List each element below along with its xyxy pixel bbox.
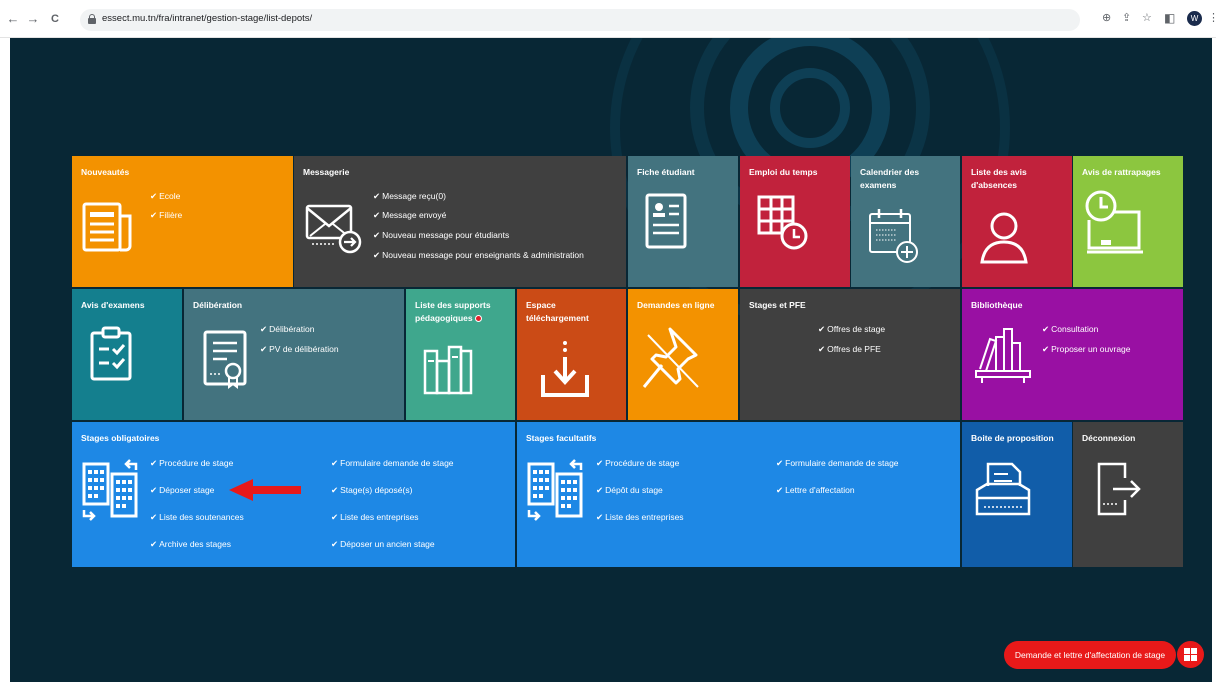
link-offres-stage[interactable]: ✔ Offres de stage <box>818 323 885 335</box>
link-stages-deposes[interactable]: ✔ Stage(s) déposé(s) <box>331 484 412 496</box>
tile-boite-proposition[interactable]: Boite de proposition <box>962 422 1072 567</box>
tile-title: Boite de proposition <box>971 433 1054 443</box>
clock-board-icon <box>1085 190 1143 254</box>
tile-liste-avis-absences[interactable]: Liste des avis d'absences <box>962 156 1072 287</box>
link-nouveau-message-enseignants[interactable]: ✔ Nouveau message pour enseignants & admi… <box>373 249 584 261</box>
bookmark-star-icon[interactable]: ☆ <box>1142 11 1152 25</box>
back-icon[interactable]: ← <box>6 12 20 26</box>
mail-send-icon <box>305 204 362 254</box>
browser-toolbar: ← → C essect.mu.tn/fra/intranet/gestion-… <box>0 0 1216 38</box>
red-arrow-annotation <box>229 479 301 501</box>
tile-bibliotheque[interactable]: Bibliothèque ✔ Consultation ✔ Proposer un … <box>962 289 1183 420</box>
link-archive-stages[interactable]: ✔ Archive des stages <box>150 538 231 550</box>
menu-dots-icon[interactable]: ⋮ <box>1208 11 1216 25</box>
link-liste-entreprises-facultatif[interactable]: ✔ Liste des entreprises <box>596 511 684 523</box>
tile-avis-examens[interactable]: Avis d'examens <box>72 289 182 420</box>
tile-nouveautes[interactable]: Nouveautés ✔ Ecole ✔ Filière <box>72 156 293 287</box>
link-consultation[interactable]: ✔ Consultation <box>1042 323 1098 335</box>
buildings-transfer-icon <box>82 459 138 521</box>
lock-icon <box>88 14 96 24</box>
timetable-icon <box>757 195 808 250</box>
student-card-icon <box>645 193 687 249</box>
logout-icon <box>1097 462 1141 516</box>
tile-fiche-etudiant[interactable]: Fiche étudiant <box>628 156 738 287</box>
tile-title: Liste des supports pédagogiques <box>415 300 491 323</box>
clipboard-checklist-icon <box>90 326 132 381</box>
newspaper-icon <box>82 202 132 252</box>
tile-title: Avis de rattrapages <box>1082 167 1161 177</box>
tile-messagerie[interactable]: Messagerie ✔ Message reçu(0) ✔ Message env… <box>294 156 626 287</box>
link-nouveau-message-etudiants[interactable]: ✔ Nouveau message pour étudiants <box>373 229 509 241</box>
tile-stages-pfe[interactable]: Stages et PFE ✔ Offres de stage ✔ Offres d… <box>740 289 960 420</box>
tile-avis-rattrapages[interactable]: Avis de rattrapages <box>1073 156 1183 287</box>
link-formulaire-demande-stage[interactable]: ✔ Formulaire demande de stage <box>331 457 454 469</box>
link-deposer-ancien-stage[interactable]: ✔ Déposer un ancien stage <box>331 538 435 550</box>
tile-title: Avis d'examens <box>81 300 145 310</box>
link-proposer-ouvrage[interactable]: ✔ Proposer un ouvrage <box>1042 343 1131 355</box>
link-formulaire-demande-stage-facultatif[interactable]: ✔ Formulaire demande de stage <box>776 457 899 469</box>
reload-icon[interactable]: C <box>48 12 62 26</box>
person-icon <box>980 212 1028 264</box>
profile-avatar[interactable]: W <box>1187 11 1202 26</box>
tile-stages-facultatifs[interactable]: Stages facultatifs ✔ Procédure de stage ✔… <box>517 422 960 567</box>
tile-supports-pedagogiques[interactable]: Liste des supports pédagogiques <box>406 289 515 420</box>
tile-title: Nouveautés <box>81 167 130 177</box>
tile-title: Stages obligatoires <box>81 433 160 443</box>
link-procedure-stage[interactable]: ✔ Procédure de stage <box>150 457 233 469</box>
link-deliberation[interactable]: ✔ Délibération <box>260 323 315 335</box>
link-pv-deliberation[interactable]: ✔ PV de délibération <box>260 343 339 355</box>
demande-lettre-affectation-button[interactable]: Demande et lettre d'affectation de stage <box>1004 641 1176 669</box>
notification-dot <box>474 315 482 323</box>
tile-emploi-du-temps[interactable]: Emploi du temps <box>740 156 850 287</box>
buildings-transfer-icon <box>527 459 583 521</box>
tile-title: Demandes en ligne <box>637 300 715 310</box>
link-ecole[interactable]: ✔ Ecole <box>150 190 180 202</box>
link-message-envoye[interactable]: ✔ Message envoyé <box>373 209 446 221</box>
tile-stages-obligatoires[interactable]: Stages obligatoires ✔ Procédure de stage … <box>72 422 515 567</box>
tile-title: Stages et PFE <box>749 300 806 310</box>
tile-title: Stages facultatifs <box>526 433 597 443</box>
tile-demandes-en-ligne[interactable]: Demandes en ligne <box>628 289 738 420</box>
suggestion-box-icon <box>975 462 1031 516</box>
link-lettre-affectation[interactable]: ✔ Lettre d'affectation <box>776 484 855 496</box>
tile-title: Espace téléchargement <box>526 300 589 323</box>
tile-title: Emploi du temps <box>749 167 818 177</box>
link-deposer-stage[interactable]: ✔ Déposer stage <box>150 484 214 496</box>
tile-deliberation[interactable]: Délibération ✔ Délibération ✔ PV de délibé… <box>184 289 404 420</box>
zoom-icon[interactable]: ⊕ <box>1102 11 1111 25</box>
link-liste-soutenances[interactable]: ✔ Liste des soutenances <box>150 511 244 523</box>
bookshelf-icon <box>975 328 1031 383</box>
tile-title: Liste des avis d'absences <box>971 167 1027 190</box>
tile-title: Calendrier des examens <box>860 167 920 190</box>
link-offres-pfe[interactable]: ✔ Offres de PFE <box>818 343 881 355</box>
exam-calendar-icon <box>869 209 918 263</box>
certificate-icon <box>203 330 247 389</box>
tile-title: Messagerie <box>303 167 350 177</box>
download-icon <box>541 341 589 397</box>
tile-deconnexion[interactable]: Déconnexion <box>1073 422 1183 567</box>
tile-espace-telechargement[interactable]: Espace téléchargement <box>517 289 626 420</box>
link-message-recu[interactable]: ✔ Message reçu(0) <box>373 190 446 202</box>
tile-calendrier-examens[interactable]: Calendrier des examens <box>851 156 960 287</box>
link-liste-entreprises[interactable]: ✔ Liste des entreprises <box>331 511 419 523</box>
tile-title: Fiche étudiant <box>637 167 695 177</box>
grid-icon <box>1184 648 1197 661</box>
tile-title: Délibération <box>193 300 243 310</box>
link-depot-stage[interactable]: ✔ Dépôt du stage <box>596 484 663 496</box>
link-filiere[interactable]: ✔ Filière <box>150 209 182 221</box>
share-icon[interactable]: ⇪ <box>1122 11 1131 25</box>
address-bar[interactable]: essect.mu.tn/fra/intranet/gestion-stage/… <box>80 9 1080 31</box>
side-panel-icon[interactable]: ◧ <box>1164 11 1175 25</box>
link-procedure-stage-facultatif[interactable]: ✔ Procédure de stage <box>596 457 679 469</box>
pushpin-icon <box>642 327 699 388</box>
forward-icon[interactable]: → <box>26 12 40 26</box>
apps-grid-button[interactable] <box>1177 641 1204 668</box>
tile-title: Bibliothèque <box>971 300 1023 310</box>
url-text: essect.mu.tn/fra/intranet/gestion-stage/… <box>102 13 313 24</box>
binders-icon <box>423 345 473 395</box>
tile-title: Déconnexion <box>1082 433 1136 443</box>
